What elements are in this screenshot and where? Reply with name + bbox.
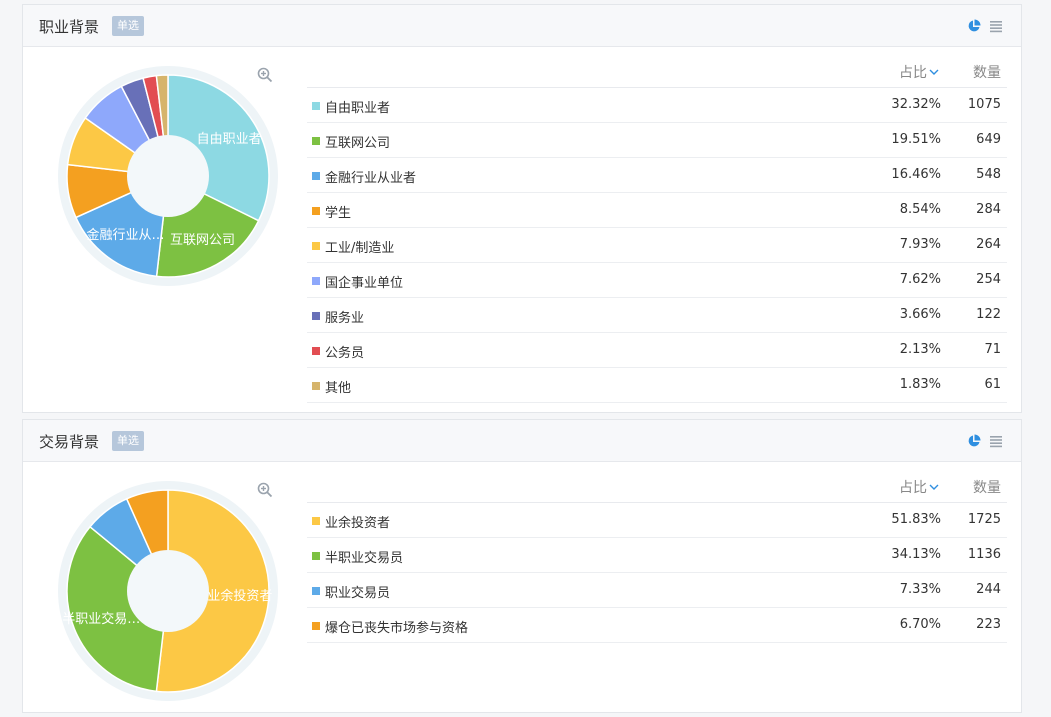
percent-sort-header[interactable]: 占比 — [899, 62, 939, 82]
legend-swatch — [312, 102, 320, 110]
category-label: 国企事业单位 — [325, 276, 404, 291]
slice-label: 自由职业者 — [197, 132, 262, 147]
count-value: 284 — [976, 202, 1001, 217]
count-value: 122 — [976, 307, 1001, 322]
slice-label: 半职业交易… — [62, 611, 140, 627]
table-row[interactable]: 互联网公司 19.51% 649 — [307, 123, 1007, 158]
panel-header: 交易背景 单选 — [23, 420, 1021, 462]
trading-pie-chart: 业余投资者半职业交易… — [58, 481, 278, 701]
count-value: 1136 — [967, 547, 1001, 562]
list-view-icon[interactable] — [989, 18, 1003, 33]
legend-swatch — [312, 552, 320, 560]
table-row[interactable]: 服务业 3.66% 122 — [307, 298, 1007, 333]
panel-title: 职业背景 — [39, 18, 100, 36]
percent-value: 3.66% — [899, 307, 941, 322]
pie-center — [127, 135, 209, 217]
trading-table: 占比 数量 业余投资者 51.83% 1725 半职业交易员 34.13% 1136 职业交… — [307, 465, 1007, 643]
category-label: 业余投资者 — [325, 516, 391, 531]
legend-swatch — [312, 277, 320, 285]
category-label: 互联网公司 — [325, 136, 391, 151]
percent-value: 8.54% — [899, 202, 941, 217]
percent-value: 2.13% — [899, 342, 941, 357]
table-row[interactable]: 国企事业单位 7.62% 254 — [307, 263, 1007, 298]
count-value: 223 — [976, 617, 1001, 632]
count-value: 244 — [976, 582, 1001, 597]
count-value: 61 — [984, 377, 1001, 392]
category-label: 学生 — [325, 206, 352, 221]
percent-value: 19.51% — [891, 132, 941, 147]
percent-value: 7.93% — [899, 237, 941, 252]
percent-value: 1.83% — [899, 377, 941, 392]
slice-label: 互联网公司 — [170, 233, 235, 248]
table-row[interactable]: 金融行业从业者 16.46% 548 — [307, 158, 1007, 193]
pie-chart-icon[interactable] — [967, 433, 981, 447]
percent-sort-header[interactable]: 占比 — [899, 477, 939, 497]
table-row[interactable]: 半职业交易员 34.13% 1136 — [307, 538, 1007, 573]
percent-value: 7.62% — [899, 272, 941, 287]
legend-swatch — [312, 172, 320, 180]
category-label: 工业/制造业 — [325, 241, 395, 256]
count-header: 数量 — [973, 65, 1001, 81]
percent-value: 7.33% — [899, 582, 941, 597]
table-row[interactable]: 其他 1.83% 61 — [307, 368, 1007, 403]
legend-swatch — [312, 587, 320, 595]
legend-swatch — [312, 382, 320, 390]
category-label: 爆仓已丧失市场参与资格 — [325, 621, 469, 636]
table-row[interactable]: 职业交易员 7.33% 244 — [307, 573, 1007, 608]
panel-title: 交易背景 — [39, 433, 100, 451]
table-row[interactable]: 公务员 2.13% 71 — [307, 333, 1007, 368]
percent-value: 34.13% — [891, 547, 941, 562]
legend-swatch — [312, 622, 320, 630]
count-value: 264 — [976, 237, 1001, 252]
table-row[interactable]: 学生 8.54% 284 — [307, 193, 1007, 228]
table-header: 占比 数量 — [307, 50, 1007, 88]
count-value: 548 — [976, 167, 1001, 182]
single-choice-badge: 单选 — [112, 431, 144, 451]
list-view-icon[interactable] — [989, 433, 1003, 448]
legend-swatch — [312, 207, 320, 215]
occupation-pie-chart: 自由职业者互联网公司金融行业从… — [58, 66, 278, 286]
percent-value: 51.83% — [891, 512, 941, 527]
category-label: 半职业交易员 — [325, 551, 404, 566]
table-row[interactable]: 爆仓已丧失市场参与资格 6.70% 223 — [307, 608, 1007, 643]
slice-label: 金融行业从… — [87, 227, 165, 243]
count-header: 数量 — [973, 480, 1001, 496]
count-value: 254 — [976, 272, 1001, 287]
legend-swatch — [312, 242, 320, 250]
table-header: 占比 数量 — [307, 465, 1007, 503]
chevron-down-icon — [929, 484, 939, 490]
legend-swatch — [312, 137, 320, 145]
category-label: 服务业 — [325, 311, 365, 326]
percent-value: 16.46% — [891, 167, 941, 182]
category-label: 职业交易员 — [325, 586, 391, 601]
legend-swatch — [312, 347, 320, 355]
percent-value: 6.70% — [899, 617, 941, 632]
panel-header: 职业背景 单选 — [23, 5, 1021, 47]
table-row[interactable]: 业余投资者 51.83% 1725 — [307, 503, 1007, 538]
legend-swatch — [312, 312, 320, 320]
count-value: 1725 — [967, 512, 1001, 527]
slice-label: 业余投资者 — [207, 588, 272, 604]
pie-chart-icon[interactable] — [967, 18, 981, 32]
occupation-panel: 职业背景 单选 自由职业者 互联网公司 金融行业从… 占比 数量 自由职业者 32.3… — [22, 4, 1022, 413]
count-value: 649 — [976, 132, 1001, 147]
count-value: 1075 — [967, 97, 1001, 112]
category-label: 其他 — [325, 381, 352, 396]
category-label: 金融行业从业者 — [325, 171, 417, 186]
legend-swatch — [312, 517, 320, 525]
single-choice-badge: 单选 — [112, 16, 144, 36]
chevron-down-icon — [929, 69, 939, 75]
count-value: 71 — [984, 342, 1001, 357]
category-label: 公务员 — [325, 346, 365, 361]
percent-value: 32.32% — [891, 97, 941, 112]
trading-panel: 交易背景 单选 业余投资者半职业交易… 占比 数量 业余投资者 51.83% 172… — [22, 419, 1022, 713]
occupation-table: 占比 数量 自由职业者 32.32% 1075 互联网公司 19.51% 649 金融行业从… — [307, 50, 1007, 403]
category-label: 自由职业者 — [325, 101, 391, 116]
table-row[interactable]: 自由职业者 32.32% 1075 — [307, 88, 1007, 123]
table-row[interactable]: 工业/制造业 7.93% 264 — [307, 228, 1007, 263]
